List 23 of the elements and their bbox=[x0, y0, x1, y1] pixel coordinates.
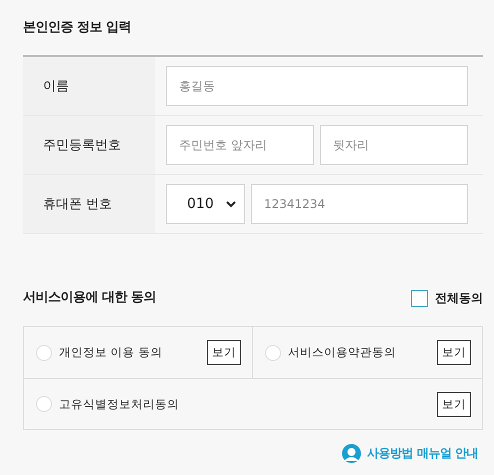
view-button[interactable]: 보기 bbox=[437, 340, 471, 365]
input-field[interactable]: 뒷자리 bbox=[320, 125, 468, 165]
view-button[interactable]: 보기 bbox=[437, 392, 471, 416]
field-label: 이름 bbox=[23, 57, 155, 115]
person-icon bbox=[341, 444, 362, 463]
consent-label: 고유식별정보처리동의 bbox=[59, 396, 180, 412]
checkbox-label: 전체동의 bbox=[435, 290, 483, 306]
radio-button[interactable] bbox=[265, 344, 281, 360]
consent-label: 개인정보 이용 동의 bbox=[59, 345, 164, 360]
radio-button[interactable] bbox=[36, 396, 52, 412]
field-label: 주민등록번호 bbox=[23, 116, 155, 174]
checkbox[interactable] bbox=[411, 290, 428, 306]
field-label: 휴대폰 번호 bbox=[23, 175, 155, 233]
radio-button[interactable] bbox=[36, 344, 52, 360]
chevron-down-icon bbox=[226, 200, 236, 208]
view-button[interactable]: 보기 bbox=[207, 340, 241, 365]
input-field[interactable]: 홍길동 bbox=[166, 66, 468, 106]
input-field[interactable]: 주민번호 앞자리 bbox=[166, 125, 314, 165]
consent-label: 서비스이용약관동의 bbox=[288, 345, 397, 360]
select-dropdown[interactable]: 010 bbox=[166, 184, 245, 224]
input-field[interactable]: 12341234 bbox=[251, 184, 468, 224]
section-title: 서비스이용에 대한 동의 bbox=[23, 289, 156, 307]
section-title: 본인인증 정보 입력 bbox=[23, 19, 132, 37]
